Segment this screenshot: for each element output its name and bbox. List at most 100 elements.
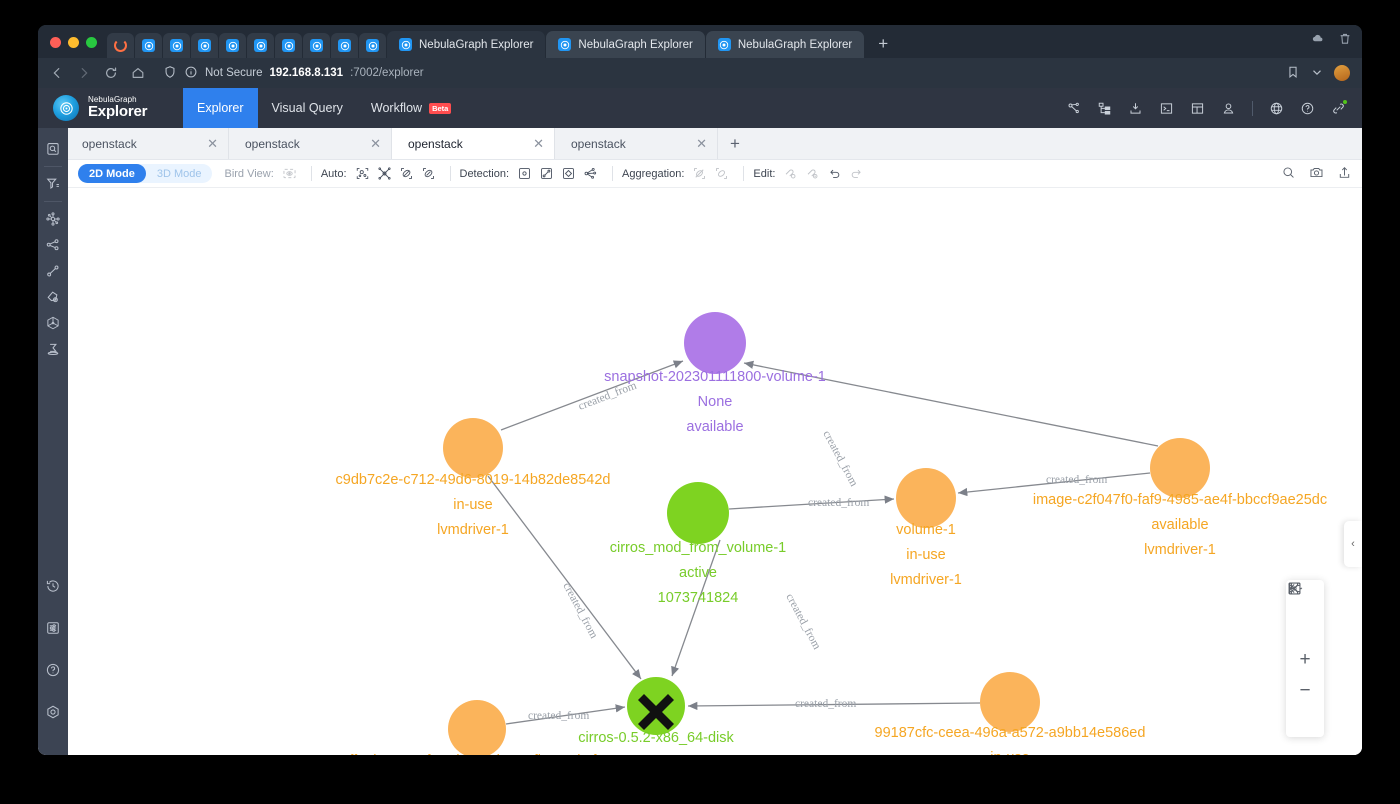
browser-tab-2[interactable]: NebulaGraph Explorer [546, 31, 705, 58]
node-volume-99187cfc[interactable] [980, 672, 1040, 732]
browser-minitab[interactable] [275, 33, 302, 58]
camera-icon[interactable] [1309, 165, 1324, 183]
browser-minitab[interactable] [191, 33, 218, 58]
auto-collapse-icon[interactable] [375, 164, 394, 183]
console-icon[interactable] [1159, 101, 1174, 116]
vertex-style-icon[interactable] [41, 310, 65, 336]
nav-item-workflow[interactable]: Workflow Beta [357, 88, 465, 128]
collapse-panel-icon[interactable] [1289, 583, 1316, 731]
eye-icon[interactable] [280, 164, 299, 183]
users-icon[interactable] [1221, 101, 1236, 116]
workspace-tab-3[interactable]: openstack ✕ [392, 128, 555, 159]
edit-link-icon[interactable] [781, 164, 800, 183]
close-window-button[interactable] [50, 37, 61, 48]
cloud-icon[interactable] [1310, 32, 1324, 51]
workspace-tab-1[interactable]: openstack ✕ [66, 128, 229, 159]
nav-item-explorer[interactable]: Explorer [183, 88, 258, 128]
node-cirros-mod[interactable] [667, 482, 729, 544]
address-bar[interactable]: Not Secure 192.168.8.131:7002/explorer [163, 65, 424, 82]
statistics-icon[interactable] [41, 336, 65, 362]
node-volume-1[interactable] [896, 468, 956, 528]
help-circle-icon[interactable] [41, 657, 65, 683]
zoom-out-icon[interactable]: − [1294, 680, 1316, 700]
panel-collapse-handle[interactable]: ‹ [1344, 521, 1362, 567]
undo-icon[interactable] [825, 164, 844, 183]
reload-button[interactable] [104, 66, 118, 80]
nav-item-visual-query[interactable]: Visual Query [258, 88, 357, 128]
mode-switch[interactable]: 2D Mode 3D Mode [78, 164, 213, 183]
query-search-icon[interactable] [41, 136, 65, 162]
close-icon[interactable]: ✕ [370, 137, 381, 150]
brand-logo-area[interactable]: NebulaGraph Explorer [53, 95, 183, 121]
aggregate-edge-icon[interactable] [690, 164, 709, 183]
mode-2d-button[interactable]: 2D Mode [78, 164, 146, 183]
avatar[interactable] [1334, 65, 1350, 81]
line-path-icon[interactable] [537, 164, 556, 183]
cluster-icon[interactable] [581, 164, 600, 183]
browser-tab-3[interactable]: NebulaGraph Explorer [705, 31, 865, 58]
browser-minitab[interactable] [163, 33, 190, 58]
share-node-icon[interactable] [41, 232, 65, 258]
fit-view-icon[interactable] [1288, 582, 1316, 638]
diamond-cycle-icon[interactable] [559, 164, 578, 183]
close-icon[interactable]: ✕ [533, 137, 544, 150]
minimize-window-button[interactable] [68, 37, 79, 48]
workspace-tab-2[interactable]: openstack ✕ [229, 128, 392, 159]
bookmark-icon[interactable] [1286, 65, 1300, 82]
aggregate-node-icon[interactable] [712, 164, 731, 183]
back-button[interactable] [50, 66, 64, 80]
browser-minitab[interactable] [303, 33, 330, 58]
redo-icon[interactable] [847, 164, 866, 183]
close-icon[interactable]: ✕ [207, 137, 218, 150]
forward-button[interactable] [77, 66, 91, 80]
browser-minitab[interactable] [331, 33, 358, 58]
import-tree-icon[interactable] [1097, 101, 1112, 116]
browser-minitab-loading[interactable] [107, 33, 134, 58]
delete-link-icon[interactable] [803, 164, 822, 183]
browser-minitab[interactable] [359, 33, 386, 58]
mode-3d-button[interactable]: 3D Mode [146, 164, 213, 183]
edge-line[interactable] [487, 475, 642, 680]
graph-schema-icon[interactable] [1066, 101, 1081, 116]
new-tab-button[interactable]: + [871, 32, 895, 56]
download-icon[interactable] [1128, 101, 1143, 116]
beta-badge: Beta [429, 102, 452, 114]
trash-icon[interactable] [1338, 32, 1352, 51]
auto-expand-in-icon[interactable] [397, 164, 416, 183]
tag-visibility-icon[interactable] [41, 284, 65, 310]
close-icon[interactable]: ✕ [696, 137, 707, 150]
node-volume-ffaeb199[interactable] [448, 700, 506, 755]
node-snapshot[interactable] [684, 312, 746, 374]
browser-tab-1[interactable]: NebulaGraph Explorer [387, 31, 546, 58]
search-icon[interactable] [1281, 165, 1296, 183]
history-icon[interactable] [41, 573, 65, 599]
settings-list-icon[interactable] [41, 615, 65, 641]
zoom-in-icon[interactable]: + [1294, 649, 1316, 669]
workspace-tab-4[interactable]: openstack ✕ [555, 128, 718, 159]
graph-canvas[interactable]: created_from created_from created_from c… [68, 188, 1362, 755]
node-volume-c9db[interactable] [443, 418, 503, 478]
globe-icon[interactable] [1269, 101, 1284, 116]
nebula-icon [198, 39, 211, 52]
link-status-icon[interactable] [1331, 99, 1347, 116]
home-button[interactable] [131, 66, 145, 80]
maximize-window-button[interactable] [86, 37, 97, 48]
node-image-c2f047f0[interactable] [1150, 438, 1210, 498]
browser-minitab[interactable] [247, 33, 274, 58]
about-icon[interactable] [41, 699, 65, 725]
graph-expand-icon[interactable] [41, 206, 65, 232]
browser-minitab[interactable] [219, 33, 246, 58]
dashboard-icon[interactable] [1190, 101, 1205, 116]
circle-node-icon[interactable] [515, 164, 534, 183]
filter-icon[interactable] [41, 171, 65, 197]
edge-icon[interactable] [41, 258, 65, 284]
help-icon[interactable] [1300, 101, 1315, 116]
add-workspace-tab-button[interactable]: + [718, 128, 752, 159]
auto-expand-out-icon[interactable] [419, 164, 438, 183]
edge-line[interactable] [743, 360, 1159, 447]
edge-line[interactable] [671, 539, 721, 677]
chevron-down-icon[interactable] [1310, 65, 1324, 82]
auto-select-icon[interactable] [353, 164, 372, 183]
browser-minitab[interactable] [135, 33, 162, 58]
export-icon[interactable] [1337, 165, 1352, 183]
